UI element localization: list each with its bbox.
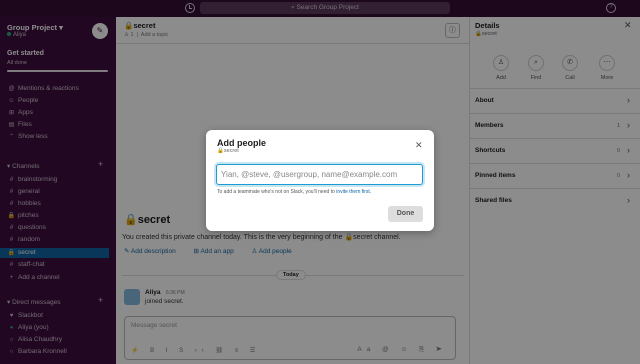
- done-button[interactable]: Done: [388, 206, 423, 222]
- invite-hint: To add a teammate who's not on Slack, yo…: [217, 189, 372, 195]
- add-people-dialog: Add people 🔒secret ✕ To add a teammate w…: [206, 130, 434, 231]
- invite-link[interactable]: invite them first.: [336, 189, 371, 195]
- dialog-subtitle: 🔒secret: [217, 148, 239, 154]
- add-people-input[interactable]: [216, 164, 423, 185]
- close-icon[interactable]: ✕: [415, 141, 423, 150]
- dialog-title: Add people: [217, 138, 266, 148]
